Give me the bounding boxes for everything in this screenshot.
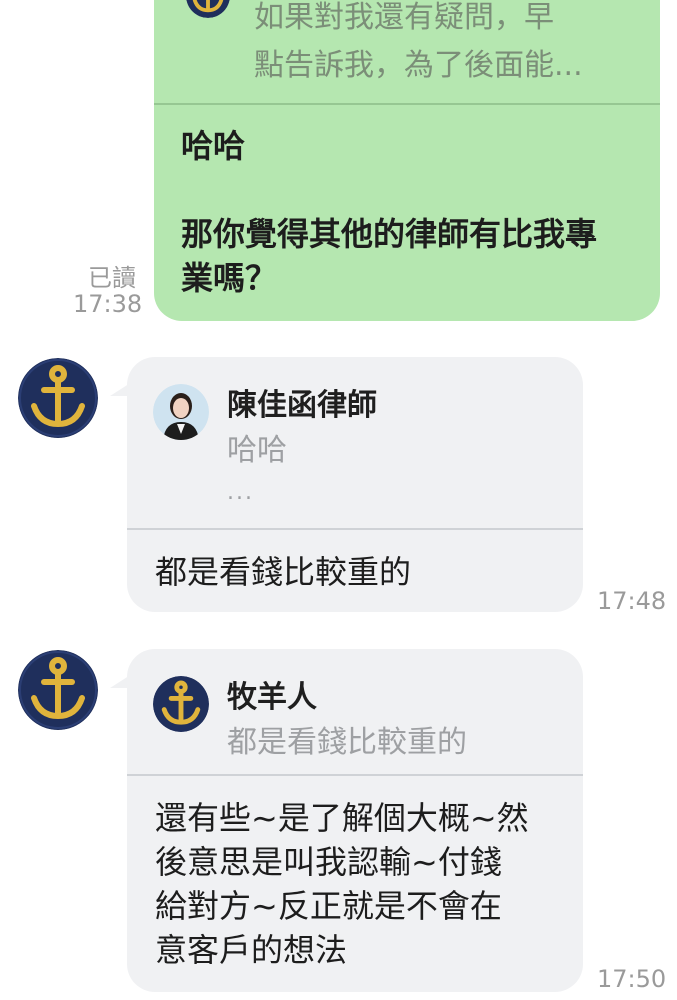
reply-ellipsis: ... — [227, 480, 254, 505]
anchor-icon — [153, 676, 209, 732]
reply-sender-name: 陳佳函律師 — [227, 388, 377, 423]
anchor-icon — [18, 650, 98, 730]
message-timestamp: 17:48 — [597, 587, 667, 615]
sender-avatar[interactable] — [18, 358, 98, 438]
reply-divider — [127, 774, 583, 776]
outgoing-message-text: 哈哈 那你覺得其他的律師有比我專 業嗎？ — [181, 127, 598, 297]
incoming-message-text: 還有些~是了解個大概~然 後意思是叫我認輸~付錢 給對方~反正就是不會在 意客戶… — [155, 799, 529, 969]
message-timestamp: 17:50 — [597, 965, 667, 993]
reply-quote-text: 哈哈 — [227, 433, 287, 468]
reply-sender-name: 牧羊人 — [227, 680, 317, 715]
reply-avatar-anchor — [153, 676, 209, 732]
anchor-icon — [18, 358, 98, 438]
reply-preview-text: 如果對我還有疑問，早 點告訴我，為了後面能... — [254, 0, 583, 83]
message-timestamp: 17:38 — [73, 290, 143, 318]
incoming-message-text: 都是看錢比較重的 — [155, 553, 412, 591]
reply-quote-text: 都是看錢比較重的 — [227, 725, 467, 760]
reply-divider — [127, 528, 583, 530]
person-photo — [153, 384, 209, 440]
reply-avatar-lawyer — [153, 384, 209, 440]
sender-avatar[interactable] — [18, 650, 98, 730]
reply-divider — [154, 103, 660, 105]
read-status: 已讀 — [88, 264, 136, 292]
